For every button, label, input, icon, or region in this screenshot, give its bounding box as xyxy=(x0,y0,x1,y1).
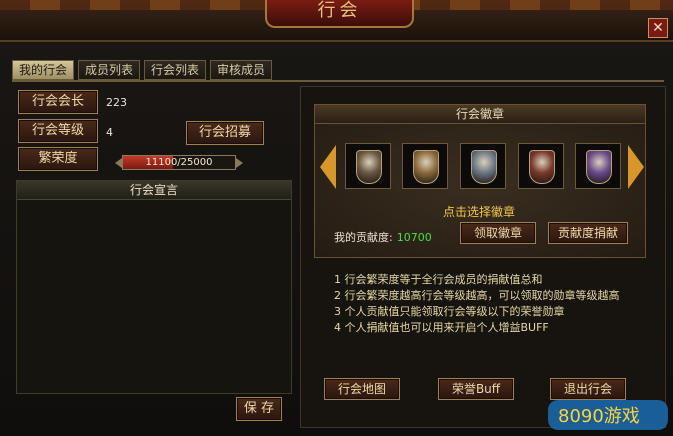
tab-my-guild[interactable]: 我的行会 xyxy=(12,60,74,80)
badge-5-icon xyxy=(586,150,612,184)
badge-2-icon xyxy=(413,150,439,184)
recruit-button[interactable]: 行会招募 xyxy=(186,121,264,145)
contribution-label: 我的贡献度: xyxy=(334,231,393,244)
tab-guild-list[interactable]: 行会列表 xyxy=(144,60,206,80)
badge-slot-1[interactable] xyxy=(345,143,391,189)
info-line-2: 2 行会繁荣度越高行会等级越高，可以领取的勋章等级越高 xyxy=(334,289,620,302)
badge-slot-5[interactable] xyxy=(575,143,621,189)
prosperity-label: 繁荣度 xyxy=(18,147,98,171)
tab-member-list[interactable]: 成员列表 xyxy=(78,60,140,80)
badge-next-arrow-icon[interactable] xyxy=(628,145,644,189)
level-label: 行会等级 xyxy=(18,119,98,143)
badge-slot-2[interactable] xyxy=(402,143,448,189)
tab-divider xyxy=(12,80,664,82)
guild-map-button[interactable]: 行会地图 xyxy=(324,378,400,400)
declaration-text-area[interactable] xyxy=(17,200,291,392)
level-value: 4 xyxy=(106,126,113,139)
leader-label: 行会会长 xyxy=(18,90,98,114)
claim-badge-button[interactable]: 领取徽章 xyxy=(460,222,536,244)
info-text: 1 行会繁荣度等于全行会成员的捐献值总和 2 行会繁荣度越高行会等级越高，可以领… xyxy=(334,272,634,336)
badge-3-icon xyxy=(471,150,497,184)
badge-prev-arrow-icon[interactable] xyxy=(320,145,336,189)
leader-value: 223 xyxy=(106,96,127,109)
badge-slot-3[interactable] xyxy=(460,143,506,189)
watermark-logo-icon: 8090游戏 xyxy=(548,400,668,430)
badge-slot-4[interactable] xyxy=(518,143,564,189)
pick-badge-text: 点击选择徽章 xyxy=(442,205,515,219)
declaration-title: 行会宣言 xyxy=(17,181,291,200)
prosperity-text: 11100/25000 xyxy=(145,157,213,168)
window-title-plate: 行会 xyxy=(265,0,414,28)
prosperity-bar: 11100/25000 xyxy=(115,155,243,170)
watermark-logo: 8090游戏 xyxy=(548,392,673,436)
declaration-panel: 行会宣言 xyxy=(16,180,292,394)
info-line-1: 1 行会繁荣度等于全行会成员的捐献值总和 xyxy=(334,273,543,286)
save-button[interactable]: 保 存 xyxy=(236,397,282,421)
tab-review-members[interactable]: 审核成员 xyxy=(210,60,272,80)
window-title: 行会 xyxy=(317,0,362,21)
contribution-value: 10700 xyxy=(396,231,432,244)
contribution-line: 我的贡献度: 10700 xyxy=(334,229,432,245)
badge-1-icon xyxy=(356,150,382,184)
badge-4-icon xyxy=(529,150,555,184)
guild-window: 行会 ✕ 我的行会 成员列表 行会列表 审核成员 行会会长 223 行会等级 4… xyxy=(0,0,673,436)
close-icon[interactable]: ✕ xyxy=(648,18,668,38)
honor-buff-button[interactable]: 荣誉Buff xyxy=(438,378,514,400)
info-line-4: 4 个人捐献值也可以用来开启个人增益BUFF xyxy=(334,321,549,334)
donate-contribution-button[interactable]: 贡献度捐献 xyxy=(548,222,628,244)
info-line-3: 3 个人贡献值只能领取行会等级以下的荣誉勋章 xyxy=(334,305,565,318)
watermark-text: 8090游戏 xyxy=(558,406,640,427)
badge-panel-title: 行会徽章 xyxy=(315,105,645,124)
